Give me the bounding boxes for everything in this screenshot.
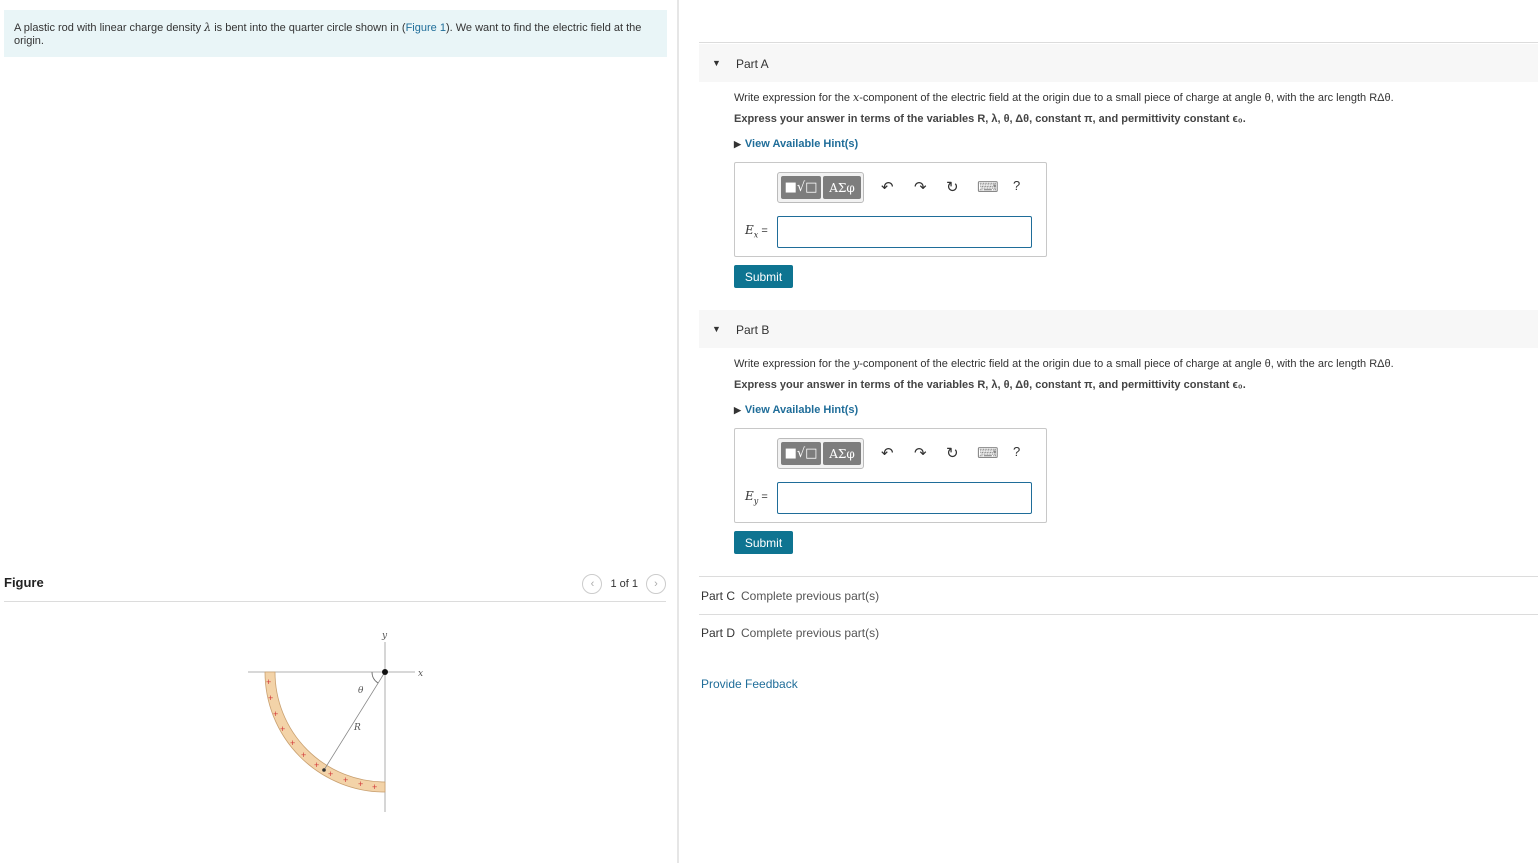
hint-label: View Available Hint(s) (744, 138, 859, 150)
part-a-answer-box: ■√□ ΑΣφ ↶ ↷ ↻ ⌨ ? Ex = (734, 162, 1047, 257)
equals-sign: = (758, 225, 768, 237)
plus-sign: + (280, 724, 285, 734)
intro-text-middle: is bent into the quarter circle shown in… (211, 22, 406, 34)
figure-link[interactable]: Figure 1 (406, 22, 446, 34)
figure-title: Figure (4, 575, 44, 590)
part-a-hint-link[interactable]: ▶ View Available Hint(s) (734, 138, 858, 150)
pager-text: 1 of 1 (610, 578, 638, 590)
collapse-caret-icon[interactable]: ▼ (712, 324, 721, 334)
undo-icon[interactable]: ↶ (881, 444, 894, 462)
keyboard-icon[interactable]: ⌨ (977, 178, 999, 196)
problem-pane: A plastic rod with linear charge density… (0, 0, 678, 863)
template-group: ■√□ ΑΣφ (777, 438, 864, 469)
part-b-question: Write expression for the y-component of … (734, 357, 1394, 370)
prev-figure-button[interactable]: ‹ (582, 574, 603, 594)
part-d-row: Part D Complete previous part(s) (701, 626, 1538, 640)
redo-icon[interactable]: ↷ (914, 178, 927, 196)
part-a-submit-button[interactable]: Submit (734, 265, 793, 288)
divider (699, 614, 1538, 615)
math-toolbar: ■√□ ΑΣφ ↶ ↷ ↻ ⌨ ? (777, 438, 1035, 469)
plus-sign: + (290, 738, 295, 748)
templates-button[interactable]: ■√□ (781, 442, 821, 465)
plus-sign: + (268, 693, 273, 703)
ex-label: Ex = (745, 223, 768, 239)
math-toolbar: ■√□ ΑΣφ ↶ ↷ ↻ ⌨ ? (777, 172, 1035, 203)
redo-icon[interactable]: ↷ (914, 444, 927, 462)
y-axis-label: y (381, 631, 388, 641)
hint-label: View Available Hint(s) (744, 404, 859, 416)
provide-feedback-link[interactable]: Provide Feedback (701, 677, 798, 691)
x-axis-label: x (418, 669, 423, 679)
part-a-question: Write expression for the x-component of … (734, 91, 1394, 104)
radius-line (323, 671, 386, 771)
part-d-label: Part D (701, 626, 736, 640)
theta-arc (371, 671, 379, 684)
equals-sign: = (758, 491, 768, 503)
part-b-title: Part B (736, 323, 770, 337)
part-b-header[interactable]: ▼ Part B (699, 310, 1538, 348)
ey-answer-input[interactable] (777, 482, 1032, 514)
help-icon[interactable]: ? (1013, 444, 1020, 459)
part-d-status: Complete previous part(s) (741, 626, 880, 640)
plus-sign: + (273, 709, 278, 719)
ey-label: Ey = (745, 489, 768, 505)
quarter-circle-figure: + + + + + + + + + + + y x θ R (248, 631, 423, 812)
figure-pager: ‹ 1 of 1 › (582, 574, 666, 594)
next-figure-button[interactable]: › (646, 574, 666, 594)
top-divider (699, 42, 1538, 43)
plus-sign: + (343, 775, 348, 785)
collapse-caret-icon[interactable]: ▼ (712, 58, 721, 68)
part-a-header[interactable]: ▼ Part A (699, 44, 1538, 82)
part-c-label: Part C (701, 589, 736, 603)
part-a-title: Part A (736, 57, 769, 71)
figure-header: Figure ‹ 1 of 1 › (4, 574, 666, 602)
plus-sign: + (314, 760, 319, 770)
intro-text-before: A plastic rod with linear charge density (14, 22, 205, 34)
theta-label: θ (358, 686, 364, 696)
part-c-status: Complete previous part(s) (741, 589, 880, 603)
keyboard-icon[interactable]: ⌨ (977, 444, 999, 462)
plus-sign: + (266, 677, 271, 687)
expand-triangle-icon: ▶ (734, 405, 741, 415)
symbols-button[interactable]: ΑΣφ (823, 442, 861, 465)
symbols-button[interactable]: ΑΣφ (823, 176, 861, 199)
question-text: Write expression for the (734, 358, 854, 370)
origin-dot (382, 669, 388, 675)
undo-icon[interactable]: ↶ (881, 178, 894, 196)
part-b-answer-box: ■√□ ΑΣφ ↶ ↷ ↻ ⌨ ? Ey = (734, 428, 1047, 523)
templates-button[interactable]: ■√□ (781, 176, 821, 199)
part-b-hint-link[interactable]: ▶ View Available Hint(s) (734, 404, 858, 416)
ex-answer-input[interactable] (777, 216, 1032, 248)
radius-label: R (353, 723, 361, 733)
question-text: -component of the electric field at the … (859, 92, 1394, 104)
charge-element-dot (322, 768, 326, 772)
plus-sign: + (372, 782, 377, 792)
var-symbol: E (745, 489, 754, 503)
plus-sign: + (358, 779, 363, 789)
plus-sign: + (328, 769, 333, 779)
part-b-submit-button[interactable]: Submit (734, 531, 793, 554)
divider (699, 576, 1538, 577)
expand-triangle-icon: ▶ (734, 139, 741, 149)
problem-intro: A plastic rod with linear charge density… (4, 10, 667, 57)
var-symbol: E (745, 223, 754, 237)
part-a-instruction: Express your answer in terms of the vari… (734, 113, 1246, 125)
reset-icon[interactable]: ↻ (946, 178, 959, 196)
template-group: ■√□ ΑΣφ (777, 172, 864, 203)
question-text: Write expression for the (734, 92, 854, 104)
reset-icon[interactable]: ↻ (946, 444, 959, 462)
answer-pane: ▼ Part A Write expression for the x-comp… (679, 0, 1538, 863)
plus-sign: + (301, 750, 306, 760)
question-text: -component of the electric field at the … (859, 358, 1394, 370)
part-c-row: Part C Complete previous part(s) (701, 589, 1538, 603)
part-b-instruction: Express your answer in terms of the vari… (734, 379, 1246, 391)
help-icon[interactable]: ? (1013, 178, 1020, 193)
